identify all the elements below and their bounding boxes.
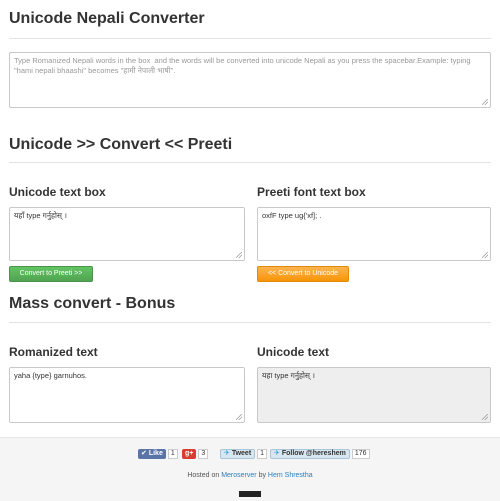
unicode-textbox[interactable]: यहाँ type गर्नुहोस् । — [9, 207, 245, 261]
hit-counter-badge — [239, 491, 261, 497]
convert-to-preeti-button[interactable]: Convert to Preeti >> — [9, 266, 93, 282]
host-link[interactable]: Meroserver — [221, 472, 256, 479]
convert-section-title: Unicode >> Convert << Preeti — [9, 136, 233, 153]
divider — [9, 162, 491, 163]
google-plus-button[interactable]: g+ — [182, 449, 197, 459]
mass-convert-title: Mass convert - Bonus — [9, 295, 176, 312]
follow-button[interactable]: ✈ Follow @hereshem — [270, 449, 350, 459]
facebook-like-button[interactable]: ✔ Like — [138, 449, 166, 459]
preeti-textbox[interactable]: oxfF type ug{'xf]; . — [257, 207, 491, 261]
twitter-follow-widget[interactable]: ✈ Follow @hereshem 176 — [270, 449, 370, 459]
unicode-output-textbox[interactable]: यहा type गर्नुहोस् । — [257, 367, 491, 423]
tweet-count: 1 — [257, 449, 268, 459]
facebook-like-widget[interactable]: ✔ Like 1 — [138, 449, 178, 459]
follow-count: 176 — [351, 449, 370, 459]
divider — [9, 322, 491, 323]
thumbs-up-icon: ✔ — [141, 450, 147, 457]
divider — [9, 38, 491, 39]
romanized-textbox[interactable]: yaha {type} garnuhos. — [9, 367, 245, 423]
like-count: 1 — [167, 449, 178, 459]
convert-to-unicode-button[interactable]: << Convert to Unicode — [257, 266, 349, 282]
romanized-text-label: Romanized text — [9, 345, 98, 359]
unicode-textbox-label: Unicode text box — [9, 185, 106, 199]
preeti-textbox-label: Preeti font text box — [257, 185, 366, 199]
tweet-button[interactable]: ✈ Tweet — [220, 449, 256, 459]
google-plus-widget[interactable]: g+ 3 — [182, 449, 209, 459]
author-link[interactable]: Hem Shrestha — [268, 472, 313, 479]
twitter-bird-icon: ✈ — [274, 450, 280, 457]
hosted-by-line: Hosted on Meroserver by Hem Shrestha — [187, 472, 313, 479]
page-title: Unicode Nepali Converter — [9, 10, 205, 27]
gplus-count: 3 — [198, 449, 209, 459]
unicode-text-label: Unicode text — [257, 345, 330, 359]
romanized-input[interactable] — [9, 52, 491, 108]
twitter-bird-icon: ✈ — [224, 450, 230, 457]
tweet-widget[interactable]: ✈ Tweet 1 — [220, 449, 268, 459]
